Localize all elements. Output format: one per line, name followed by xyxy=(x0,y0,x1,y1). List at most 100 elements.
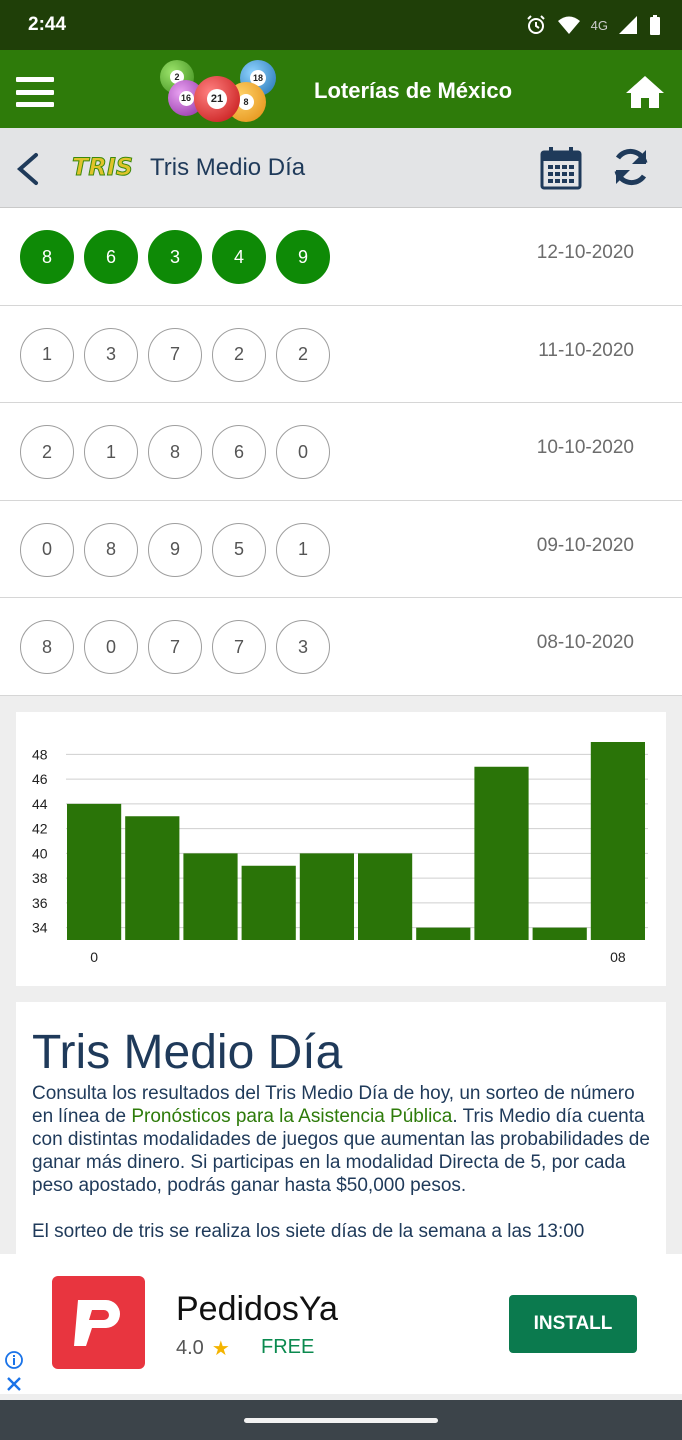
page-title: Tris Medio Día xyxy=(150,154,306,181)
number-ball: 7 xyxy=(148,620,202,675)
signal-icon xyxy=(619,16,637,34)
number-ball: 6 xyxy=(84,230,138,284)
logo-ball: 21 xyxy=(194,76,240,122)
number-ball: 8 xyxy=(20,230,74,284)
article-card: Tris Medio Día Consulta los resultados d… xyxy=(16,1002,666,1254)
number-ball: 1 xyxy=(84,425,138,480)
number-ball: 2 xyxy=(212,327,266,382)
result-row[interactable]: 8 0 7 7 3 08-10-2020 xyxy=(0,598,682,696)
chevron-left-icon xyxy=(16,153,38,185)
x-tick-label: 0 xyxy=(90,949,98,965)
result-date: 08-10-2020 xyxy=(536,632,634,654)
y-tick-label: 44 xyxy=(32,796,48,812)
pedidosya-logo-icon xyxy=(73,1299,120,1346)
number-ball: 8 xyxy=(84,522,138,577)
ad-info-icon[interactable] xyxy=(4,1350,24,1370)
result-row[interactable]: 2 1 8 6 0 10-10-2020 xyxy=(0,403,682,501)
ad-close-icon[interactable] xyxy=(4,1374,24,1394)
back-button[interactable] xyxy=(14,152,42,186)
result-date: 10-10-2020 xyxy=(536,437,634,459)
calendar-icon xyxy=(540,147,582,190)
number-ball: 2 xyxy=(276,327,330,382)
home-button[interactable] xyxy=(624,74,666,110)
number-ball: 0 xyxy=(84,620,138,675)
y-tick-label: 46 xyxy=(32,771,48,787)
result-row[interactable]: 1 3 7 2 2 11-10-2020 xyxy=(0,306,682,404)
result-date: 11-10-2020 xyxy=(538,339,634,361)
result-row[interactable]: 0 8 9 5 1 09-10-2020 xyxy=(0,501,682,599)
bar xyxy=(299,853,354,940)
ad-app-icon[interactable] xyxy=(52,1276,145,1369)
article-title: Tris Medio Día xyxy=(32,1026,343,1079)
bar xyxy=(125,816,180,940)
calendar-button[interactable] xyxy=(540,146,582,190)
home-icon xyxy=(626,76,664,108)
number-ball: 0 xyxy=(276,425,330,480)
result-numbers: 13722 xyxy=(20,327,330,382)
status-time: 2:44 xyxy=(28,14,67,35)
y-tick-label: 42 xyxy=(32,821,48,837)
number-ball: 1 xyxy=(20,327,74,382)
number-ball: 3 xyxy=(84,327,138,382)
alarm-icon xyxy=(526,15,545,34)
number-ball: 2 xyxy=(20,425,74,480)
number-ball: 8 xyxy=(148,425,202,480)
battery-icon xyxy=(650,15,660,35)
network-type: 4G xyxy=(590,17,608,33)
bar xyxy=(416,927,471,940)
system-nav-bar xyxy=(0,1400,682,1440)
menu-button[interactable] xyxy=(16,77,54,107)
y-tick-label: 38 xyxy=(32,870,48,886)
y-tick-label: 36 xyxy=(32,895,48,911)
frequency-chart: 34 36 38 40 42 44 46 48 0 08 xyxy=(32,742,648,965)
ad-rating: 4.0 ★ xyxy=(176,1337,230,1360)
number-ball: 3 xyxy=(148,230,202,284)
app-bar: 2 18 16 8 21 Loterías de México xyxy=(0,50,682,128)
result-date: 09-10-2020 xyxy=(536,534,634,556)
number-ball: 5 xyxy=(212,522,266,577)
result-numbers: 21860 xyxy=(20,425,330,480)
menu-icon xyxy=(16,77,54,82)
number-ball: 7 xyxy=(148,327,202,382)
bar xyxy=(532,927,587,940)
bar xyxy=(67,803,122,940)
number-ball: 7 xyxy=(212,620,266,675)
gesture-handle[interactable] xyxy=(244,1418,438,1423)
bar xyxy=(590,742,645,940)
wifi-icon xyxy=(557,16,580,34)
sub-header: TRIS Tris Medio Día xyxy=(0,128,682,208)
app-title: Loterías de México xyxy=(314,78,513,103)
number-ball: 9 xyxy=(148,522,202,577)
article-paragraph-2: El sorteo de tris se realiza los siete d… xyxy=(32,1221,585,1242)
chart-card: 34 36 38 40 42 44 46 48 0 08 xyxy=(16,712,666,986)
number-ball: 9 xyxy=(276,230,330,284)
number-ball: 4 xyxy=(212,230,266,284)
article-link[interactable]: Pronósticos para la Asistencia Pública xyxy=(131,1106,452,1127)
y-tick-label: 48 xyxy=(32,746,48,762)
star-icon: ★ xyxy=(211,1338,230,1360)
number-ball: 1 xyxy=(276,522,330,577)
install-button[interactable]: INSTALL xyxy=(509,1295,637,1353)
refresh-icon xyxy=(614,148,648,186)
result-numbers: 86349 xyxy=(20,230,330,284)
bar xyxy=(474,766,529,940)
tris-logo: TRIS xyxy=(72,153,134,182)
article-paragraph: Consulta los resultados del Tris Medio D… xyxy=(32,1083,650,1196)
number-ball: 3 xyxy=(276,620,330,675)
number-ball: 8 xyxy=(20,620,74,675)
bar xyxy=(183,853,238,940)
refresh-button[interactable] xyxy=(610,146,652,188)
results-list: 8 6 3 4 9 12-10-2020 1 3 7 2 2 11-10-2020 2 1 8 6 0 10-10… xyxy=(0,208,682,696)
ad-banner[interactable]: PedidosYa 4.0 ★ FREE INSTALL xyxy=(0,1254,682,1394)
x-tick-label: 08 xyxy=(610,949,626,965)
result-numbers: 80773 xyxy=(20,620,330,675)
result-numbers: 08951 xyxy=(20,522,330,577)
app-logo: 2 18 16 8 21 xyxy=(156,56,280,122)
bar xyxy=(358,853,413,940)
number-ball: 6 xyxy=(212,425,266,480)
result-row[interactable]: 8 6 3 4 9 12-10-2020 xyxy=(0,208,682,306)
y-tick-label: 40 xyxy=(32,845,48,861)
bar xyxy=(241,865,296,940)
ad-app-name[interactable]: PedidosYa xyxy=(176,1290,338,1329)
status-bar: 2:44 4G xyxy=(0,0,682,50)
